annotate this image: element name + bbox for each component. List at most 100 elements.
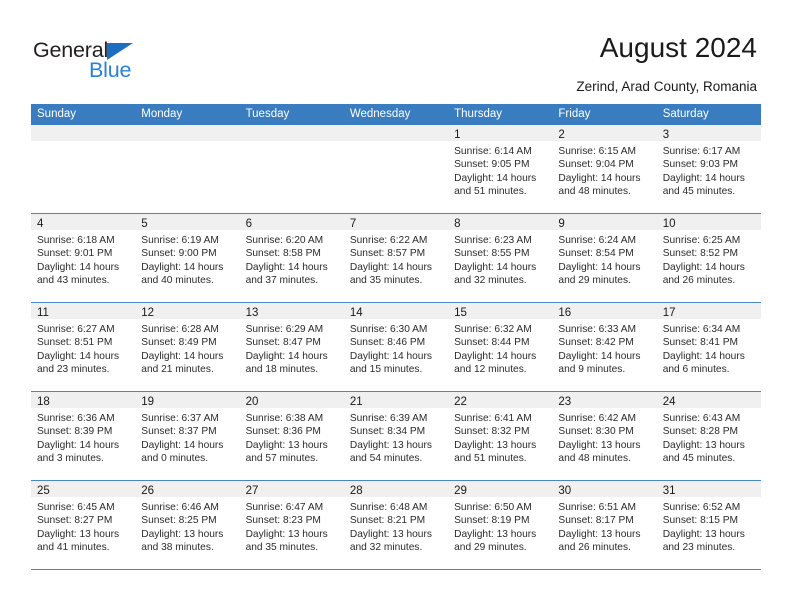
daylight-text-line1: Daylight: 14 hours (141, 350, 224, 362)
day-cell[interactable]: 22 Sunrise: 6:41 AM Sunset: 8:32 PM Dayl… (448, 392, 553, 480)
sunset-text: Sunset: 8:39 PM (37, 426, 113, 438)
sunset-text: Sunset: 8:58 PM (245, 248, 321, 260)
daylight-text-line2: and 51 minutes. (454, 186, 527, 198)
day-cell[interactable]: 26 Sunrise: 6:46 AM Sunset: 8:25 PM Dayl… (135, 481, 240, 569)
day-number-band: 1 (448, 125, 553, 141)
day-cell[interactable]: 1 Sunrise: 6:14 AM Sunset: 9:05 PM Dayli… (448, 125, 553, 213)
day-cell[interactable]: 23 Sunrise: 6:42 AM Sunset: 8:30 PM Dayl… (552, 392, 657, 480)
daylight-text-line1: Daylight: 14 hours (141, 439, 224, 451)
daylight-text-line2: and 57 minutes. (245, 453, 319, 465)
day-cell[interactable]: 16 Sunrise: 6:33 AM Sunset: 8:42 PM Dayl… (552, 303, 657, 391)
day-cell[interactable]: 25 Sunrise: 6:45 AM Sunset: 8:27 PM Dayl… (31, 481, 136, 569)
daylight-text-line1: Daylight: 14 hours (558, 350, 641, 362)
day-cell[interactable]: 6 Sunrise: 6:20 AM Sunset: 8:58 PM Dayli… (239, 214, 344, 302)
weekday-header-friday: Friday (558, 108, 591, 120)
page-title: August 2024 (599, 32, 757, 63)
day-cell[interactable]: 13 Sunrise: 6:29 AM Sunset: 8:47 PM Dayl… (239, 303, 344, 391)
day-cell[interactable]: 28 Sunrise: 6:48 AM Sunset: 8:21 PM Dayl… (343, 481, 449, 569)
day-cell[interactable]: 3 Sunrise: 6:17 AM Sunset: 9:03 PM Dayli… (656, 125, 761, 213)
calendar-week-row: 1 Sunrise: 6:14 AM Sunset: 9:05 PM Dayli… (31, 125, 761, 214)
daylight-text-line2: and 29 minutes. (454, 542, 527, 554)
daylight-text-line2: and 32 minutes. (454, 275, 527, 287)
sunrise-text: Sunrise: 6:27 AM (37, 324, 115, 335)
day-cell[interactable]: 27 Sunrise: 6:47 AM Sunset: 8:23 PM Dayl… (239, 481, 344, 569)
sunrise-text: Sunrise: 6:25 AM (662, 235, 741, 246)
day-info: Sunrise: 6:34 AM Sunset: 8:41 PM Dayligh… (657, 319, 761, 377)
day-cell[interactable]: 2 Sunrise: 6:15 AM Sunset: 9:04 PM Dayli… (552, 125, 657, 213)
day-cell[interactable]: 5 Sunrise: 6:19 AM Sunset: 9:00 PM Dayli… (135, 214, 240, 302)
sunrise-text: Sunrise: 6:15 AM (558, 146, 636, 157)
day-number-band: 12 (135, 303, 240, 319)
day-cell[interactable]: 11 Sunrise: 6:27 AM Sunset: 8:51 PM Dayl… (31, 303, 136, 391)
day-cell[interactable]: 19 Sunrise: 6:37 AM Sunset: 8:37 PM Dayl… (135, 392, 240, 480)
daylight-text-line1: Daylight: 14 hours (141, 261, 224, 273)
sunrise-text: Sunrise: 6:28 AM (141, 324, 219, 335)
brand-logo[interactable]: General Blue (33, 38, 233, 88)
day-number-band: 24 (656, 392, 761, 408)
day-number: 29 (454, 485, 467, 497)
daylight-text-line2: and 41 minutes. (37, 542, 110, 554)
sunset-text: Sunset: 8:54 PM (558, 248, 634, 260)
day-cell[interactable]: 14 Sunrise: 6:30 AM Sunset: 8:46 PM Dayl… (343, 303, 449, 391)
day-cell (31, 125, 136, 213)
day-number: 10 (662, 218, 676, 230)
daylight-text-line1: Daylight: 14 hours (662, 172, 745, 184)
day-cell[interactable]: 17 Sunrise: 6:34 AM Sunset: 8:41 PM Dayl… (656, 303, 761, 391)
daylight-text-line1: Daylight: 13 hours (349, 528, 432, 540)
sunset-text: Sunset: 8:34 PM (349, 426, 426, 438)
day-cell[interactable]: 29 Sunrise: 6:50 AM Sunset: 8:19 PM Dayl… (448, 481, 553, 569)
daylight-text-line2: and 26 minutes. (558, 542, 631, 554)
day-number-band: 22 (448, 392, 553, 408)
sunrise-text: Sunrise: 6:18 AM (37, 235, 115, 246)
sunrise-text: Sunrise: 6:33 AM (558, 324, 636, 335)
day-cell[interactable]: 20 Sunrise: 6:38 AM Sunset: 8:36 PM Dayl… (239, 392, 344, 480)
calendar-grid: Sunday Monday Tuesday Wednesday Thursday… (31, 104, 761, 570)
sunrise-text: Sunrise: 6:30 AM (349, 324, 428, 335)
day-number: 27 (245, 485, 259, 497)
weekday-header-thursday: Thursday (454, 108, 503, 120)
day-cell[interactable]: 30 Sunrise: 6:51 AM Sunset: 8:17 PM Dayl… (552, 481, 657, 569)
day-number-band: 23 (552, 392, 657, 408)
day-number: 8 (454, 218, 461, 230)
day-cell[interactable]: 15 Sunrise: 6:32 AM Sunset: 8:44 PM Dayl… (448, 303, 553, 391)
day-cell[interactable]: 31 Sunrise: 6:52 AM Sunset: 8:15 PM Dayl… (656, 481, 761, 569)
sunset-text: Sunset: 8:37 PM (141, 426, 217, 438)
day-cell[interactable]: 10 Sunrise: 6:25 AM Sunset: 8:52 PM Dayl… (656, 214, 761, 302)
sunset-text: Sunset: 8:52 PM (662, 248, 739, 260)
day-cell[interactable]: 7 Sunrise: 6:22 AM Sunset: 8:57 PM Dayli… (343, 214, 449, 302)
day-cell[interactable]: 9 Sunrise: 6:24 AM Sunset: 8:54 PM Dayli… (552, 214, 657, 302)
day-number-band: 25 (31, 481, 136, 497)
day-number: 17 (662, 307, 676, 319)
day-info: Sunrise: 6:37 AM Sunset: 8:37 PM Dayligh… (135, 408, 239, 466)
day-cell[interactable]: 18 Sunrise: 6:36 AM Sunset: 8:39 PM Dayl… (31, 392, 136, 480)
sunrise-text: Sunrise: 6:19 AM (141, 235, 219, 246)
daylight-text-line1: Daylight: 13 hours (558, 528, 641, 540)
day-info: Sunrise: 6:39 AM Sunset: 8:34 PM Dayligh… (344, 408, 448, 466)
day-info: Sunrise: 6:36 AM Sunset: 8:39 PM Dayligh… (31, 408, 135, 466)
daylight-text-line2: and 15 minutes. (349, 364, 423, 376)
day-number: 14 (349, 307, 363, 319)
day-number: 22 (454, 396, 467, 408)
day-cell (239, 125, 344, 213)
day-number-band: 30 (552, 481, 657, 497)
day-number: 7 (349, 218, 357, 230)
day-cell[interactable]: 4 Sunrise: 6:18 AM Sunset: 9:01 PM Dayli… (31, 214, 136, 302)
daylight-text-line2: and 26 minutes. (662, 275, 736, 287)
day-info: Sunrise: 6:29 AM Sunset: 8:47 PM Dayligh… (240, 319, 344, 377)
day-cell[interactable]: 8 Sunrise: 6:23 AM Sunset: 8:55 PM Dayli… (448, 214, 553, 302)
day-cell[interactable]: 21 Sunrise: 6:39 AM Sunset: 8:34 PM Dayl… (343, 392, 449, 480)
daylight-text-line2: and 0 minutes. (141, 453, 209, 465)
day-cell[interactable]: 24 Sunrise: 6:43 AM Sunset: 8:28 PM Dayl… (656, 392, 761, 480)
day-info: Sunrise: 6:20 AM Sunset: 8:58 PM Dayligh… (240, 230, 344, 288)
sunrise-text: Sunrise: 6:23 AM (454, 235, 532, 246)
daylight-text-line2: and 3 minutes. (37, 453, 104, 465)
day-number: 11 (37, 307, 49, 319)
day-number: 23 (558, 396, 572, 408)
day-number-band: 4 (31, 214, 136, 230)
day-number-band (239, 125, 344, 141)
daylight-text-line2: and 18 minutes. (245, 364, 319, 376)
sunset-text: Sunset: 8:15 PM (662, 515, 739, 527)
daylight-text-line1: Daylight: 14 hours (454, 172, 537, 184)
day-info: Sunrise: 6:14 AM Sunset: 9:05 PM Dayligh… (448, 141, 552, 199)
day-cell[interactable]: 12 Sunrise: 6:28 AM Sunset: 8:49 PM Dayl… (135, 303, 240, 391)
